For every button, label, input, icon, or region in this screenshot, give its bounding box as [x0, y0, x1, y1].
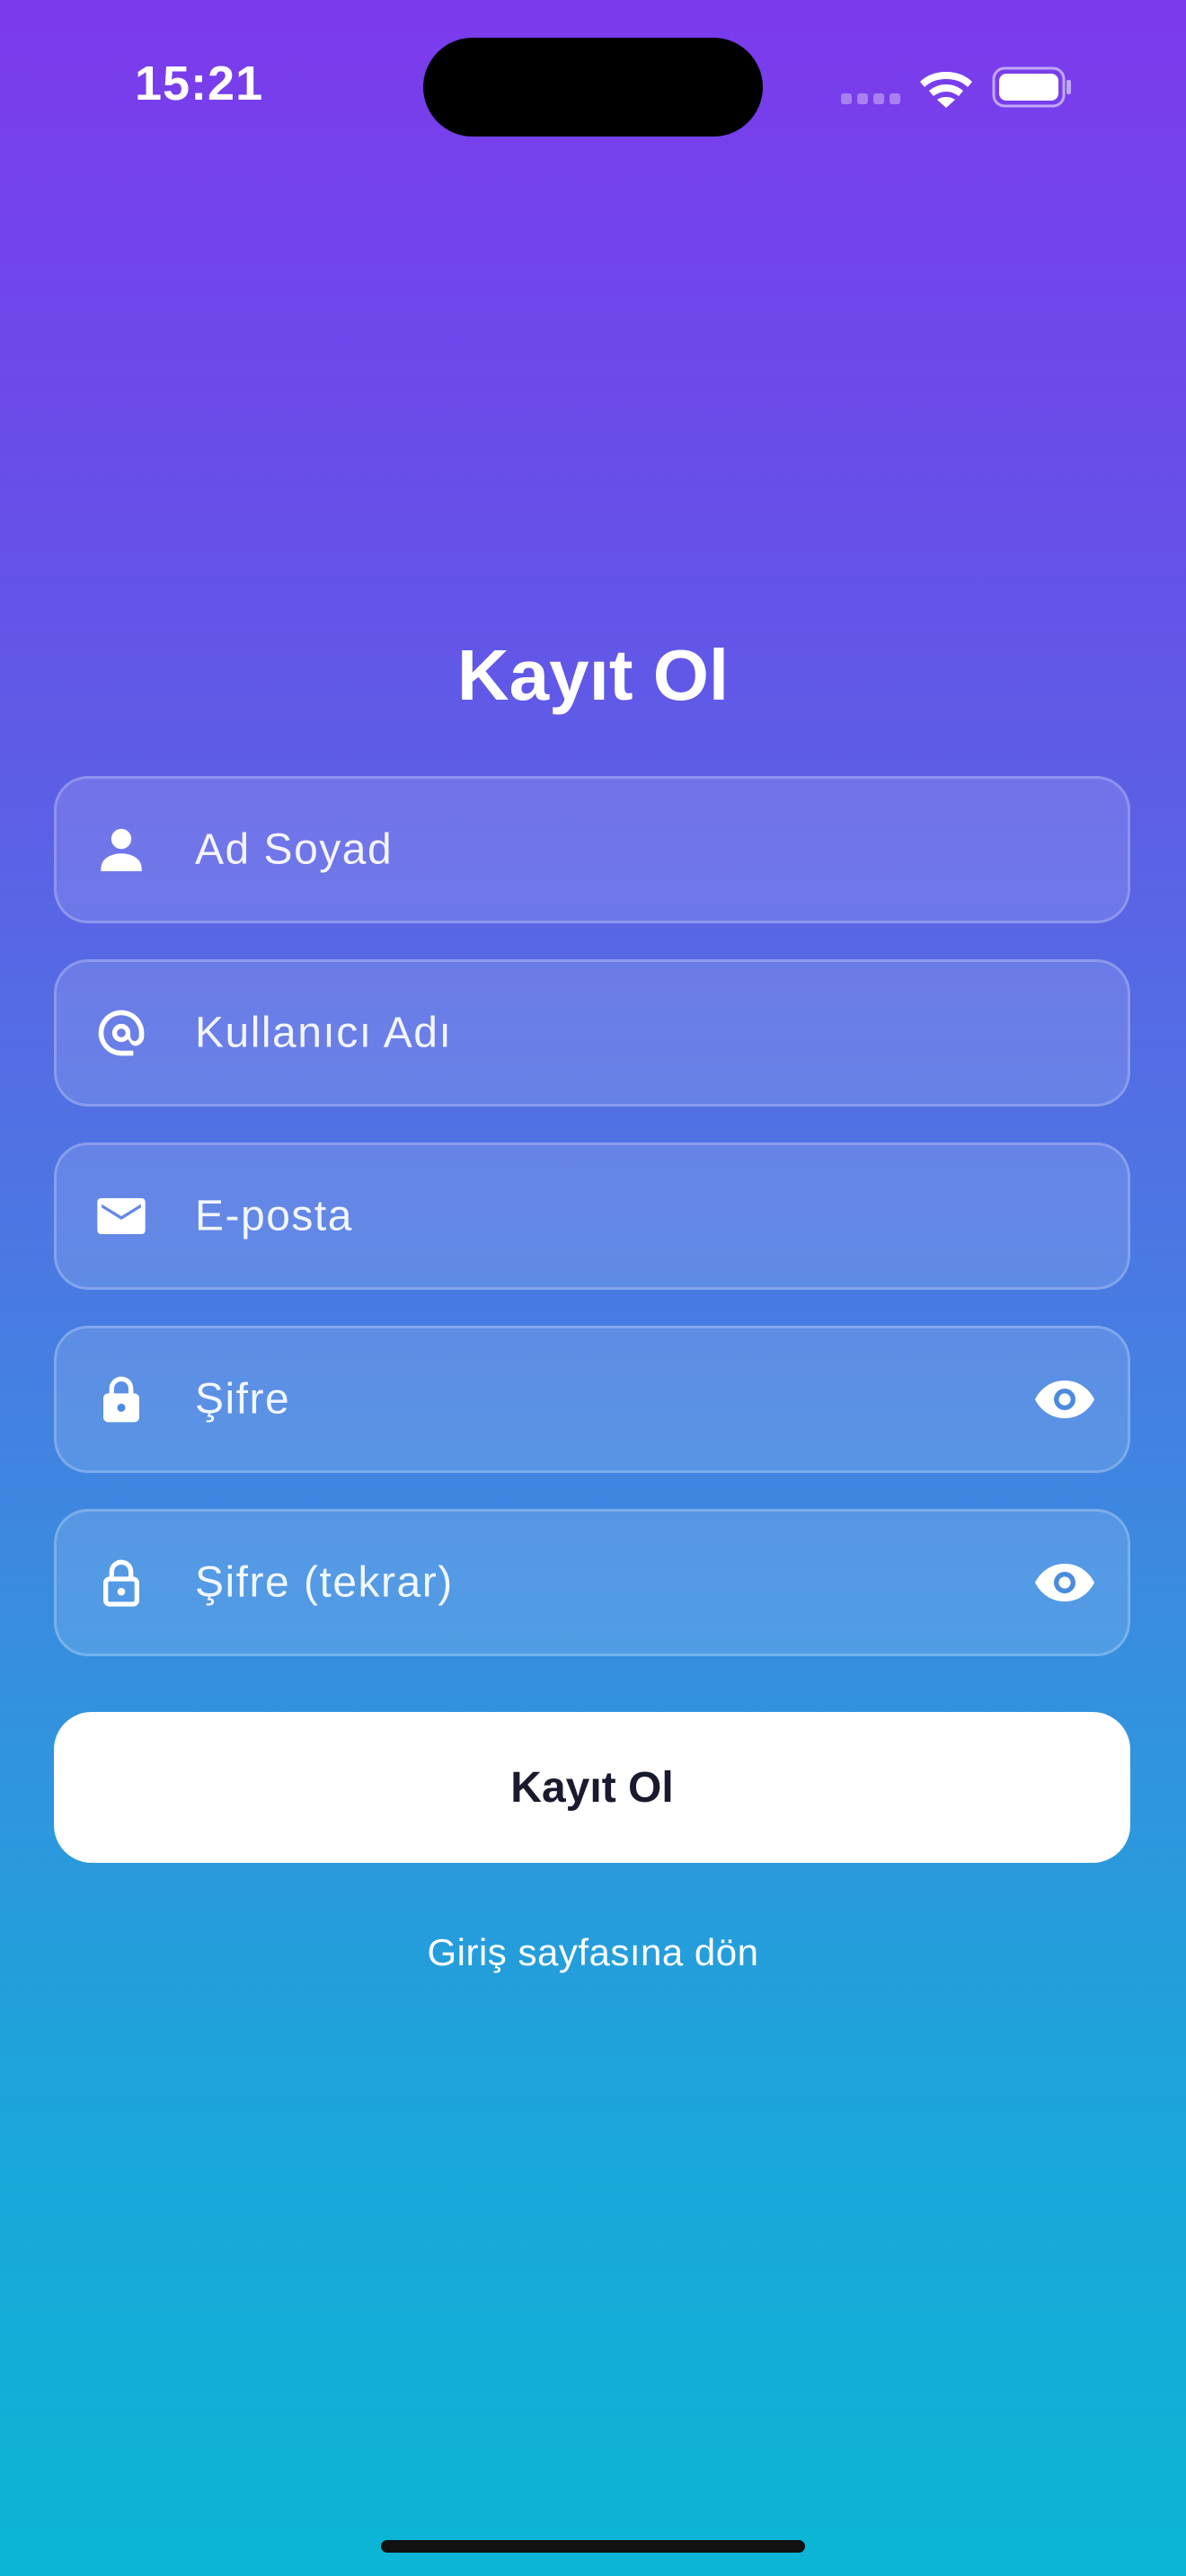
- full-name-placeholder: Ad Soyad: [195, 825, 394, 874]
- password-confirm-visibility-toggle[interactable]: [1032, 1550, 1097, 1615]
- password-placeholder: Şifre: [195, 1375, 291, 1424]
- email-placeholder: E-posta: [195, 1192, 353, 1240]
- wifi-icon: [920, 72, 972, 108]
- username-placeholder: Kullanıcı Adı: [195, 1009, 453, 1057]
- full-name-field[interactable]: Ad Soyad: [54, 776, 1130, 923]
- username-field[interactable]: Kullanıcı Adı: [54, 959, 1130, 1107]
- password-confirm-field[interactable]: Şifre (tekrar): [54, 1509, 1130, 1656]
- password-visibility-toggle[interactable]: [1032, 1367, 1097, 1432]
- password-confirm-placeholder: Şifre (tekrar): [195, 1558, 454, 1607]
- home-indicator[interactable]: [381, 2540, 805, 2553]
- status-time: 15:21: [135, 57, 264, 110]
- status-bar: 15:21: [0, 0, 1186, 180]
- at-icon: [98, 1010, 145, 1056]
- password-field[interactable]: Şifre: [54, 1326, 1130, 1473]
- lock-outline-icon: [103, 1559, 139, 1607]
- eye-icon: [1035, 1564, 1094, 1601]
- back-to-login-link[interactable]: Giriş sayfasına dön: [0, 1931, 1186, 1974]
- eye-icon: [1035, 1381, 1094, 1418]
- person-icon: [101, 828, 142, 871]
- email-field[interactable]: E-posta: [54, 1142, 1130, 1290]
- page-title: Kayıt Ol: [456, 635, 730, 715]
- register-button[interactable]: Kayıt Ol: [54, 1712, 1130, 1863]
- dynamic-island: [423, 38, 763, 137]
- lock-icon: [103, 1376, 139, 1423]
- cellular-signal-icon: [841, 93, 902, 106]
- envelope-icon: [97, 1198, 146, 1234]
- battery-icon: [992, 66, 1071, 108]
